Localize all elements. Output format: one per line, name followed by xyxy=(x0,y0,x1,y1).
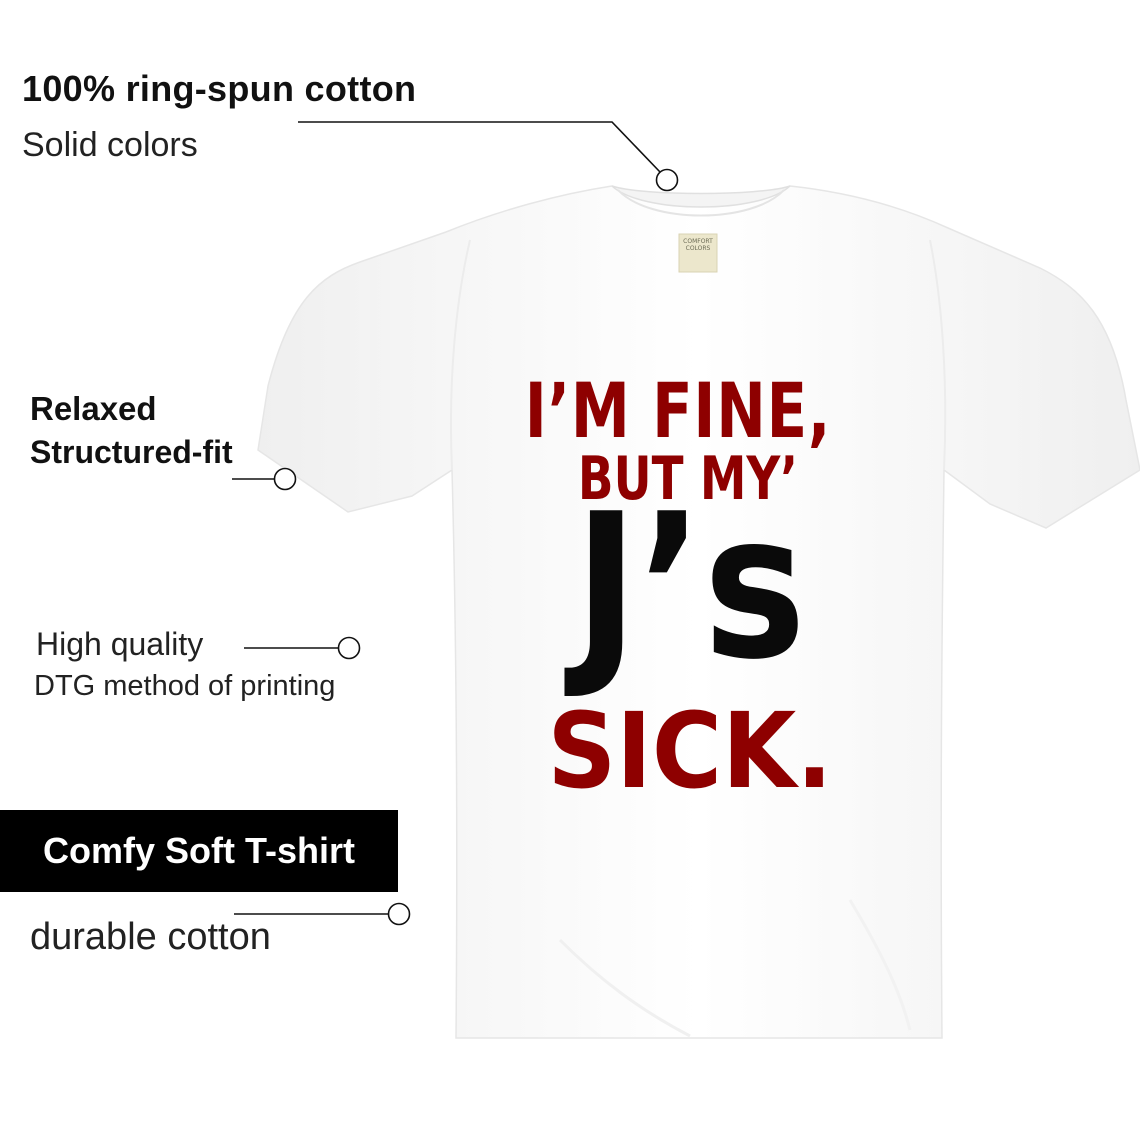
feature-cotton-title: 100% ring-spun cotton xyxy=(22,68,417,109)
print-line-3: J’s xyxy=(574,471,806,704)
print-line-1: I’M FINE, xyxy=(524,366,832,455)
feature-print-title: High quality xyxy=(36,626,204,662)
feature-fit-subtitle: Structured-fit xyxy=(30,434,233,470)
feature-cotton-subtitle: Solid colors xyxy=(22,126,198,164)
feature-fit-title: Relaxed xyxy=(30,390,157,427)
neck-tag-label: COMFORT COLORS xyxy=(683,238,713,252)
print-line-4: SICK. xyxy=(547,690,833,812)
comfy-soft-label: Comfy Soft T-shirt xyxy=(0,810,398,892)
feature-print-subtitle: DTG method of printing xyxy=(34,670,336,702)
feature-durable: durable cotton xyxy=(30,916,271,958)
